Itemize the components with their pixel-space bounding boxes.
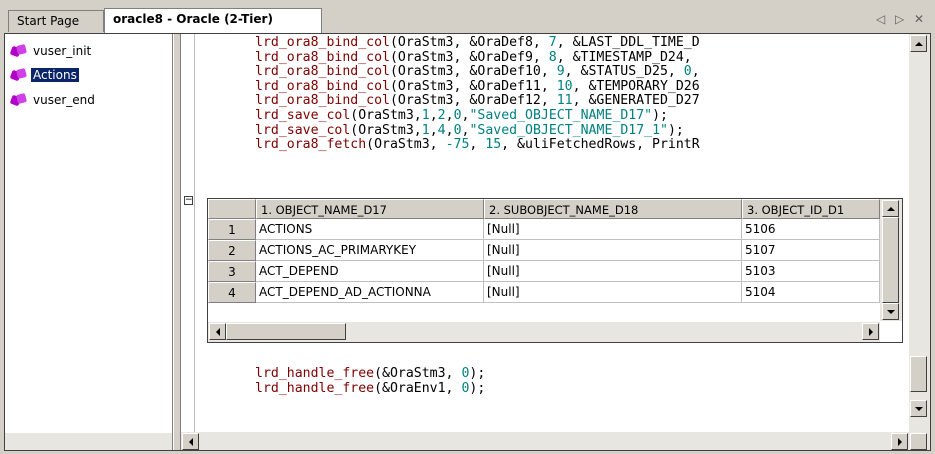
number-literal: -75	[445, 137, 470, 153]
number-literal: 10	[556, 78, 573, 94]
number-literal: 9	[556, 64, 565, 80]
grid-cell: [Null]	[484, 219, 742, 240]
grid-cell: [Null]	[484, 261, 742, 282]
function-name: lrd_ora8_bind_col	[255, 64, 390, 80]
grid-cell: 5104	[742, 282, 880, 303]
tree-item-vuser-end[interactable]: vuser_end	[9, 91, 97, 109]
number-literal: 11	[556, 93, 573, 109]
action-icon	[9, 43, 28, 58]
tree-item-label: vuser_end	[33, 93, 95, 107]
scroll-left-icon[interactable]	[209, 323, 226, 340]
grid-corner	[208, 199, 256, 219]
collapse-icon[interactable]: −	[184, 196, 193, 205]
grid-cell: [Null]	[484, 282, 742, 303]
scrollbar-corner	[910, 433, 927, 450]
action-icon	[9, 92, 28, 107]
grid-column-header[interactable]: 3. OBJECT_ID_D1	[742, 199, 880, 219]
grid-cell: ACTIONS_AC_PRIMARYKEY	[256, 240, 484, 261]
number-literal: 1	[421, 107, 430, 123]
code-block-top: lrd_ora8_bind_col(OraStm3, &OraDef8, 7, …	[255, 35, 700, 153]
grid-cell: 5107	[742, 240, 880, 261]
tree-horizontal-scrollbar[interactable]	[5, 433, 172, 450]
row-number: 3	[208, 261, 256, 282]
number-literal: 0	[461, 366, 470, 381]
scroll-right-icon[interactable]	[862, 323, 879, 340]
scroll-tabs-right-icon[interactable]: ▷	[895, 12, 904, 26]
tab-bar: Start Page oracle8 - Oracle (2-Tier) ◁ ▷…	[0, 0, 935, 34]
code-line[interactable]: lrd_save_col(OraStm3,1,4,0,"Saved_OBJECT…	[255, 122, 700, 139]
code-line[interactable]: lrd_ora8_bind_col(OraStm3, &OraDef8, 7, …	[255, 35, 700, 51]
string-literal: "Saved_OBJECT_NAME_D17"	[469, 107, 653, 123]
number-literal: 0	[453, 107, 462, 123]
code-line[interactable]: lrd_handle_free(&OraEnv1, 0);	[255, 380, 485, 397]
code-line[interactable]: lrd_ora8_bind_col(OraStm3, &OraDef11, 10…	[255, 78, 700, 95]
row-number: 4	[208, 282, 256, 303]
action-icon	[9, 67, 28, 82]
number-literal: 0	[683, 64, 692, 80]
action-tree: vuser_init Actions vuser_end	[5, 34, 173, 450]
function-name: lrd_save_col	[255, 107, 351, 123]
code-line[interactable]: lrd_save_col(OraStm3,1,2,0,"Saved_OBJECT…	[255, 107, 700, 124]
number-literal: 1	[421, 122, 430, 138]
close-tab-icon[interactable]: ✕	[914, 12, 924, 26]
result-grid: 1. OBJECT_NAME_D17 2. SUBOBJECT_NAME_D18…	[207, 198, 903, 343]
code-line[interactable]: lrd_ora8_bind_col(OraStm3, &OraDef9, 8, …	[255, 49, 700, 66]
number-literal: 2	[437, 107, 446, 123]
code-editor[interactable]: − lrd_ora8_bind_col(OraStm3, &OraDef8, 7…	[181, 34, 909, 432]
grid-column-header[interactable]: 2. SUBOBJECT_NAME_D18	[484, 199, 742, 219]
number-literal: 4	[437, 122, 446, 138]
scroll-right-icon[interactable]	[891, 433, 908, 450]
number-literal: 0	[453, 122, 462, 138]
tab-start-page[interactable]: Start Page	[8, 10, 104, 32]
grid-cell: ACT_DEPEND_AD_ACTIONNA	[256, 282, 484, 303]
number-literal: 8	[548, 49, 557, 65]
editor-gutter	[181, 34, 195, 432]
string-literal: "Saved_OBJECT_NAME_D17_1"	[469, 122, 668, 138]
function-name: lrd_handle_free	[255, 380, 375, 396]
function-name: lrd_save_col	[255, 122, 351, 138]
function-name: lrd_ora8_bind_col	[255, 49, 390, 65]
grid-vertical-thumb[interactable]	[882, 217, 899, 303]
row-number: 2	[208, 240, 256, 261]
script-view: vuser_init Actions vuser_end − lrd_ora8_…	[4, 33, 931, 451]
scroll-up-icon[interactable]	[910, 35, 927, 52]
scroll-left-icon[interactable]	[182, 433, 199, 450]
code-block-bottom: lrd_handle_free(&OraStm3, 0); lrd_handle_…	[255, 366, 485, 397]
code-line[interactable]: lrd_handle_free(&OraStm3, 0);	[255, 366, 485, 382]
editor-vertical-thumb[interactable]	[910, 356, 927, 392]
code-line[interactable]: lrd_ora8_bind_col(OraStm3, &OraDef12, 11…	[255, 94, 700, 109]
tree-item-label: vuser_init	[33, 44, 92, 58]
grid-column-header[interactable]: 1. OBJECT_NAME_D17	[256, 199, 484, 219]
grid-cell: 5103	[742, 261, 880, 282]
grid-cell: [Null]	[484, 240, 742, 261]
scroll-tabs-left-icon[interactable]: ◁	[876, 12, 885, 26]
number-literal: 15	[485, 137, 502, 153]
grid-cell: ACTIONS	[256, 219, 484, 240]
number-literal: 7	[548, 35, 557, 50]
grid-horizontal-thumb[interactable]	[226, 323, 346, 340]
code-line[interactable]: lrd_ora8_bind_col(OraStm3, &OraDef10, 9,…	[255, 64, 700, 80]
grid-cell: 5106	[742, 219, 880, 240]
code-line[interactable]: lrd_ora8_fetch(OraStm3, -75, 15, &uliFet…	[255, 137, 700, 153]
scroll-down-icon[interactable]	[910, 400, 927, 417]
function-name: lrd_ora8_bind_col	[255, 93, 390, 109]
function-name: lrd_handle_free	[255, 366, 375, 381]
pane-splitter[interactable]	[173, 34, 181, 450]
tab-oracle8[interactable]: oracle8 - Oracle (2-Tier)	[104, 8, 322, 34]
tree-item-label: Actions	[31, 68, 79, 82]
tree-item-vuser-init[interactable]: vuser_init	[9, 42, 93, 60]
function-name: lrd_ora8_bind_col	[255, 78, 390, 94]
row-number: 1	[208, 219, 256, 240]
grid-cell: ACT_DEPEND	[256, 261, 484, 282]
tree-item-actions[interactable]: Actions	[9, 66, 79, 84]
scroll-up-icon[interactable]	[882, 200, 899, 217]
editor-horizontal-scrollbar[interactable]	[181, 432, 930, 450]
function-name: lrd_ora8_bind_col	[255, 35, 390, 50]
scroll-down-icon[interactable]	[882, 303, 899, 320]
function-name: lrd_ora8_fetch	[255, 137, 367, 153]
number-literal: 0	[461, 380, 470, 396]
